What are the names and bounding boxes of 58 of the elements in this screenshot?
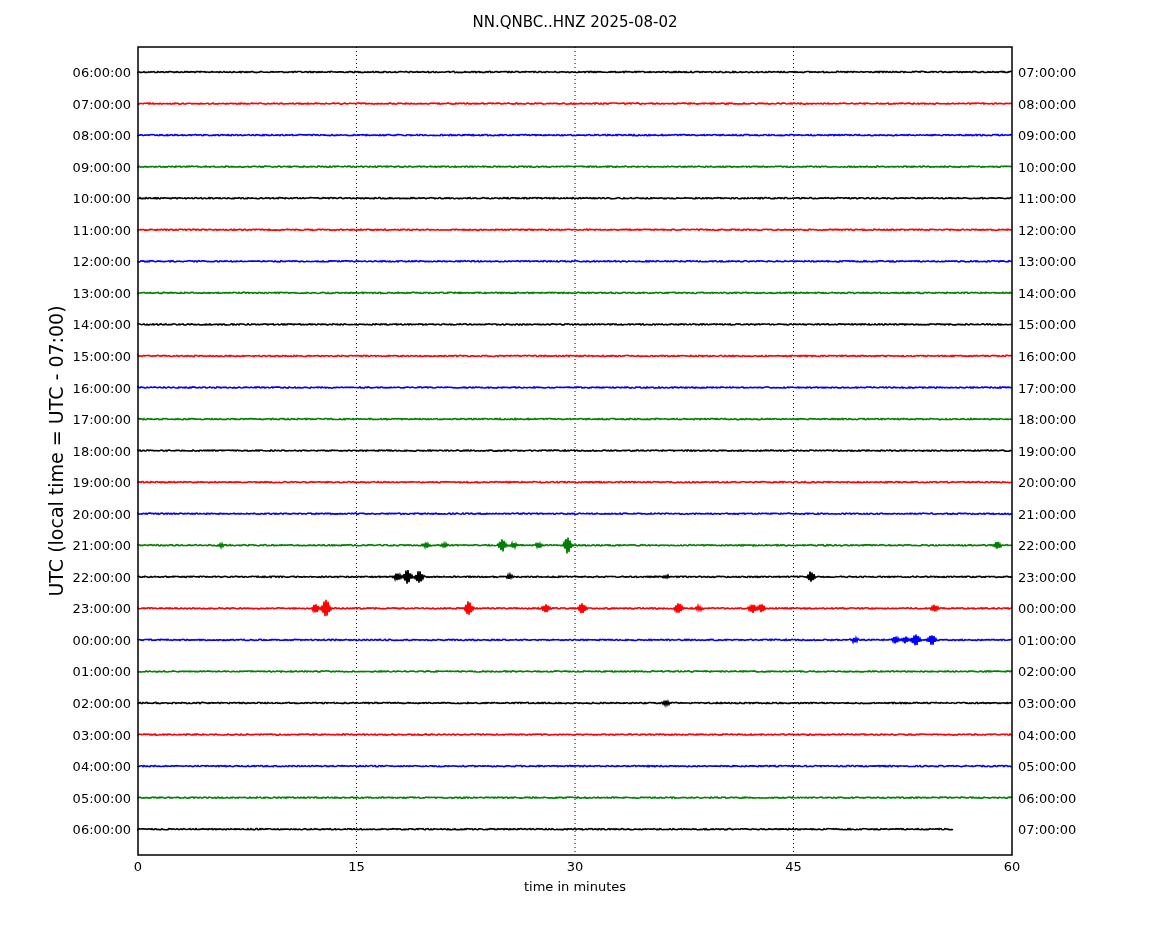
row-time-label: 14:00:00 <box>1018 285 1077 301</box>
row-time-label: 21:00:00 <box>72 538 131 554</box>
row-time-label: 15:00:00 <box>72 348 131 364</box>
row-time-label: 14:00:00 <box>72 317 131 333</box>
row-time-label: 04:00:00 <box>72 759 131 775</box>
row-time-label: 23:00:00 <box>72 601 131 617</box>
row-time-label: 13:00:00 <box>1018 254 1077 270</box>
row-time-label: 04:00:00 <box>1018 727 1077 743</box>
row-time-label: 06:00:00 <box>1018 790 1077 806</box>
row-time-label: 16:00:00 <box>72 380 131 396</box>
chart-title: NN.QNBC..HNZ 2025-08-02 <box>472 13 678 31</box>
row-time-label: 09:00:00 <box>1018 128 1077 144</box>
row-time-label: 20:00:00 <box>1018 475 1077 491</box>
row-time-label: 11:00:00 <box>72 222 131 238</box>
tick-label: 30 <box>566 859 584 874</box>
row-time-label: 03:00:00 <box>72 727 131 743</box>
row-time-label: 02:00:00 <box>72 696 131 711</box>
row-time-label: 23:00:00 <box>1018 569 1077 585</box>
row-time-label: 09:00:00 <box>72 159 131 175</box>
row-time-label: 01:00:00 <box>72 664 131 680</box>
row-time-label: 10:00:00 <box>1018 159 1077 175</box>
row-time-label: 11:00:00 <box>1018 191 1077 207</box>
row-time-label: 22:00:00 <box>1018 538 1077 554</box>
row-time-label: 13:00:00 <box>72 285 131 301</box>
row-time-label: 05:00:00 <box>72 790 131 806</box>
row-time-label: 18:00:00 <box>1018 412 1077 428</box>
tick-label: 0 <box>133 859 143 874</box>
row-time-label: 18:00:00 <box>72 443 131 459</box>
tick-label: 15 <box>348 859 365 874</box>
row-time-label: 12:00:00 <box>1018 222 1077 238</box>
row-time-label: 08:00:00 <box>72 128 131 144</box>
row-time-label: 03:00:00 <box>1018 696 1077 711</box>
row-time-label: 07:00:00 <box>72 96 131 112</box>
row-time-label: 02:00:00 <box>1018 664 1077 680</box>
row-time-label: 06:00:00 <box>72 65 131 80</box>
row-time-label: 22:00:00 <box>72 569 131 585</box>
row-time-label: 07:00:00 <box>1018 65 1077 80</box>
row-time-label: 16:00:00 <box>1018 348 1077 364</box>
row-time-label: 01:00:00 <box>1018 632 1077 648</box>
row-time-label: 10:00:00 <box>72 191 131 207</box>
row-time-label: 15:00:00 <box>1018 317 1077 333</box>
row-time-label: 08:00:00 <box>1018 96 1077 112</box>
row-time-label: 06:00:00 <box>72 822 131 838</box>
row-time-label: 19:00:00 <box>72 475 131 491</box>
row-time-label: 12:00:00 <box>72 254 131 270</box>
row-time-label: 20:00:00 <box>72 506 131 522</box>
row-time-label: 21:00:00 <box>1018 506 1077 522</box>
tick-label: 45 <box>785 859 802 874</box>
row-time-label: 17:00:00 <box>1018 380 1077 396</box>
row-time-label: 00:00:00 <box>1018 601 1077 617</box>
row-time-label: 05:00:00 <box>1018 759 1077 775</box>
row-time-label: 07:00:00 <box>1018 822 1077 838</box>
tick-label: 60 <box>1003 859 1021 874</box>
row-time-label: 17:00:00 <box>72 412 131 428</box>
row-time-label: 00:00:00 <box>72 632 131 648</box>
x-axis-label: time in minutes <box>523 879 627 894</box>
y-axis-label: UTC (local time = UTC - 07:00) <box>45 305 67 597</box>
row-time-label: 19:00:00 <box>1018 443 1077 459</box>
